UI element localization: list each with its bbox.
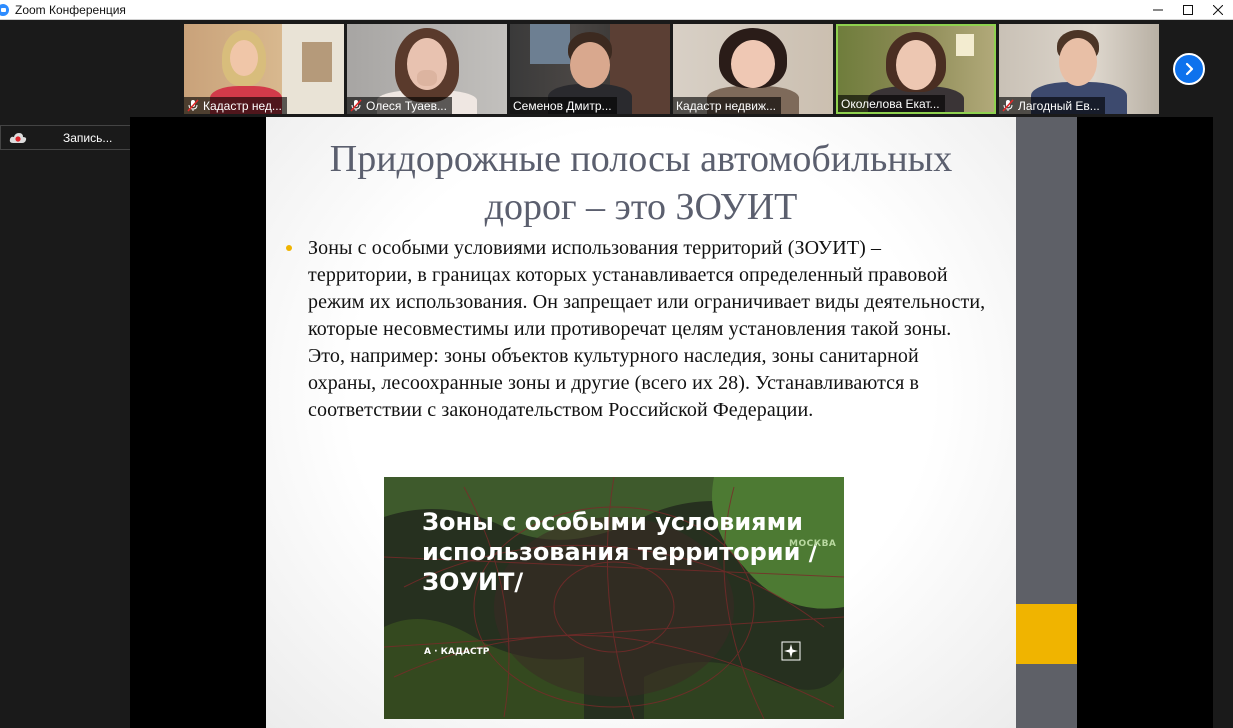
close-icon xyxy=(1213,5,1223,15)
participant-name-tag: Лагодный Ев... xyxy=(999,97,1105,114)
participant-name: Лагодный Ев... xyxy=(1018,98,1100,113)
mic-muted-icon xyxy=(350,99,362,112)
cloud-recording-icon xyxy=(9,132,27,143)
window-controls xyxy=(1143,0,1233,20)
minimize-icon xyxy=(1153,9,1163,11)
slide-bullet-text: Зоны с особыми условиями использования т… xyxy=(308,237,986,421)
next-page-button[interactable] xyxy=(1173,53,1205,85)
participant-name: Околелова Екат... xyxy=(841,96,940,111)
participant-name-tag: Околелова Екат... xyxy=(838,95,945,112)
map-image-title: Зоны с особыми условиями использования т… xyxy=(422,508,818,596)
participant-name-tag: Кадастр нед... xyxy=(184,97,287,114)
zoom-app-icon xyxy=(0,3,9,16)
slide-side-accent xyxy=(1016,604,1077,664)
participant-name-tag: Кадастр недвиж... xyxy=(673,97,781,114)
participant-name: Семенов Дмитр... xyxy=(513,98,612,113)
participant-video-4[interactable]: Кадастр недвиж... xyxy=(673,24,833,114)
participant-name-tag: Олеся Туаев... xyxy=(347,97,452,114)
participant-video-6[interactable]: Лагодный Ев... xyxy=(999,24,1159,114)
chevron-right-icon xyxy=(1185,62,1194,76)
window-title: Zoom Конференция xyxy=(15,2,126,17)
participant-name: Кадастр недвиж... xyxy=(676,98,776,113)
minimize-button[interactable] xyxy=(1143,0,1173,20)
participant-video-5-active-speaker[interactable]: Околелова Екат... xyxy=(836,24,996,114)
map-city-label: МОСКВА xyxy=(789,539,837,549)
mic-muted-icon xyxy=(187,99,199,112)
mic-muted-icon xyxy=(1002,99,1014,112)
participant-name: Олеся Туаев... xyxy=(366,98,447,113)
slide-map-image: Зоны с особыми условиями использования т… xyxy=(384,477,844,719)
slide-bullet: Зоны с особыми условиями использования т… xyxy=(286,235,986,424)
bullet-dot-icon xyxy=(286,245,292,251)
participant-video-2[interactable]: Олеся Туаев... xyxy=(347,24,507,114)
maximize-button[interactable] xyxy=(1173,0,1203,20)
participant-name: Кадастр нед... xyxy=(203,98,282,113)
window-titlebar: Zoom Конференция xyxy=(0,0,1233,20)
participant-video-3[interactable]: Семенов Дмитр... xyxy=(510,24,670,114)
map-brand-label: А · КАДАСТР xyxy=(424,647,490,657)
star-logo-icon xyxy=(781,641,801,661)
close-button[interactable] xyxy=(1203,0,1233,20)
maximize-icon xyxy=(1183,5,1193,15)
participant-name-tag: Семенов Дмитр... xyxy=(510,97,617,114)
slide-title: Придорожные полосы автомобильных дорог –… xyxy=(329,138,953,228)
participant-video-1[interactable]: Кадастр нед... xyxy=(184,24,344,114)
recording-label: Запись... xyxy=(63,130,113,145)
